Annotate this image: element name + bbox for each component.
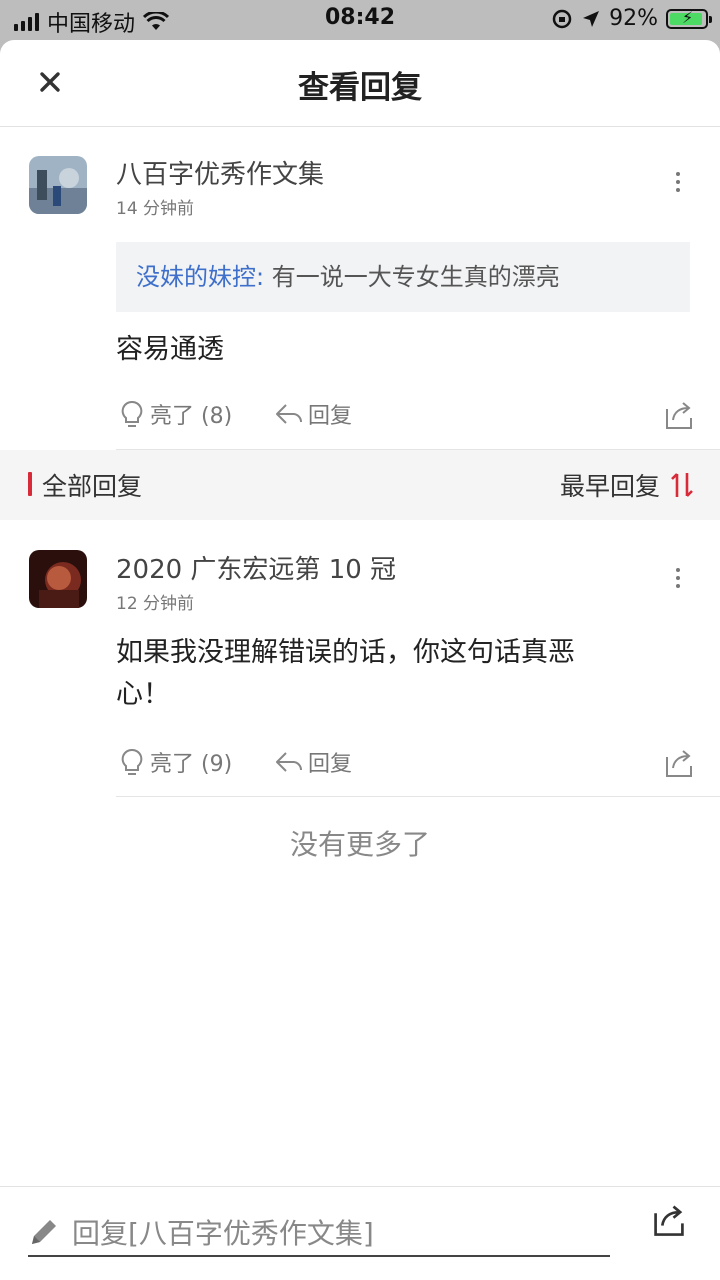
status-right: 92% ⚡ xyxy=(551,6,712,31)
timestamp: 12 分钟前 xyxy=(116,594,195,614)
battery-icon: ⚡ xyxy=(666,8,712,29)
reply-input[interactable]: 回复[八百字优秀作文集] xyxy=(28,1209,610,1257)
reply-icon xyxy=(276,752,303,772)
reply-label: 回复 xyxy=(308,752,353,777)
reply-button[interactable]: 回复 xyxy=(274,746,352,778)
sort-button[interactable]: 最早回复 xyxy=(560,467,694,503)
comment-content: 容易通透 xyxy=(116,334,224,365)
quoted-comment[interactable]: 没妹的妹控: 有一说一大专女生真的漂亮 xyxy=(116,242,690,312)
battery-percent: 92% xyxy=(609,6,658,31)
more-icon[interactable] xyxy=(668,563,688,593)
header: 查看回复 xyxy=(0,40,720,127)
pencil-icon xyxy=(32,1220,56,1244)
timestamp: 14 分钟前 xyxy=(116,199,195,219)
quoted-user[interactable]: 没妹的妹控: xyxy=(136,263,264,291)
comment-content: 如果我没理解错误的话，你这句话真恶 心！ xyxy=(116,632,575,716)
share-icon[interactable] xyxy=(650,1201,688,1239)
bottom-bar: 回复[八百字优秀作文集] xyxy=(0,1186,720,1280)
share-icon[interactable] xyxy=(662,398,696,432)
user-name[interactable]: 八百字优秀作文集 xyxy=(116,154,324,191)
comment-line: 如果我没理解错误的话，你这句话真恶 xyxy=(116,637,575,668)
reply-icon xyxy=(276,404,303,424)
reply-button[interactable]: 回复 xyxy=(274,398,352,430)
like-button[interactable]: 亮了 (8) xyxy=(118,398,232,430)
avatar[interactable] xyxy=(29,550,87,608)
reply-sheet: 查看回复 八百字优秀作文集 14 分钟前 没妹的妹控: 有一说一大专女生真的漂亮… xyxy=(0,40,720,1280)
lightbulb-icon xyxy=(121,400,143,427)
orientation-lock-icon xyxy=(552,9,572,28)
section-title: 全部回复 xyxy=(42,472,143,501)
comment-line: 心！ xyxy=(116,679,170,710)
status-bar: 中国移动 08:42 92% ⚡ xyxy=(0,0,720,40)
divider xyxy=(116,796,720,797)
location-icon xyxy=(583,10,600,27)
sort-icon xyxy=(671,473,693,497)
section-bar: 全部回复 最早回复 xyxy=(0,450,720,520)
reply-label: 回复 xyxy=(308,404,353,429)
user-name[interactable]: 2020 广东宏远第 10 冠 xyxy=(116,549,396,586)
like-label: 亮了 (9) xyxy=(150,752,233,777)
end-of-list-label: 没有更多了 xyxy=(289,828,430,861)
sort-label: 最早回复 xyxy=(559,472,660,501)
page-title: 查看回复 xyxy=(298,70,422,106)
like-label: 亮了 (8) xyxy=(150,404,233,429)
like-button[interactable]: 亮了 (9) xyxy=(118,746,232,778)
section-marker xyxy=(28,472,32,496)
more-icon[interactable] xyxy=(668,167,688,197)
lightbulb-icon xyxy=(121,748,143,775)
avatar[interactable] xyxy=(29,156,87,214)
quoted-text: 有一说一大专女生真的漂亮 xyxy=(271,263,560,291)
reply-placeholder: 回复[八百字优秀作文集] xyxy=(72,1217,374,1250)
share-icon[interactable] xyxy=(662,746,696,780)
